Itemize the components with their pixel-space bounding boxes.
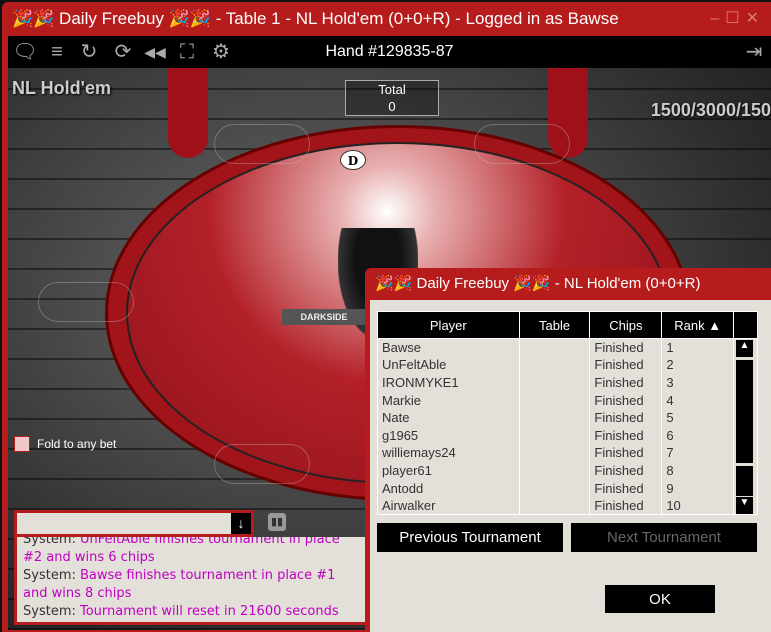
rewind-icon[interactable]: ◀◀ (142, 40, 168, 64)
chat-line: System: UnFeltAble finishes tournament i… (23, 537, 340, 565)
cell-rank: 4 (661, 391, 735, 409)
cell-chips: Finished (589, 356, 663, 374)
table-row[interactable]: Nate Finished 5 (377, 408, 758, 427)
pot-label: Total (378, 82, 406, 97)
cell-rank: 10 (661, 496, 735, 515)
fold-checkbox[interactable] (14, 436, 30, 452)
game-type: NL Hold'em (12, 78, 111, 98)
cell-chips: Finished (589, 461, 663, 480)
seat[interactable] (214, 124, 310, 164)
menu-icon[interactable]: ≡ (44, 40, 70, 64)
toolbar: 🗨 ≡ ↻ ⟳ ◀◀ ⛶ ⚙ Hand #129835-87 ⇥ (8, 36, 771, 68)
blood-decoration (168, 68, 208, 158)
col-rank[interactable]: Rank ▲ (661, 311, 735, 339)
col-table[interactable]: Table (518, 311, 591, 339)
cell-chips: Finished (589, 496, 663, 515)
cell-table (518, 479, 591, 497)
cell-table (518, 426, 591, 445)
cell-chips: Finished (589, 391, 663, 409)
pot-value: 0 (388, 99, 396, 114)
col-chips[interactable]: Chips (589, 311, 663, 339)
gear-icon[interactable]: ⚙ (208, 40, 234, 64)
table-row[interactable]: Bawse Finished 1 (377, 338, 758, 357)
table-row[interactable]: Markie Finished 4 (377, 391, 758, 409)
table-row[interactable]: williemays24 Finished 7 (377, 444, 758, 462)
cell-chips: Finished (589, 408, 663, 427)
cell-table (518, 391, 591, 409)
table-row[interactable]: g1965 Finished 6 (377, 426, 758, 445)
seat[interactable] (38, 282, 134, 322)
ok-button[interactable]: OK (605, 585, 715, 613)
cell-table (518, 408, 591, 427)
col-player[interactable]: Player (377, 311, 520, 339)
cell-table (518, 338, 591, 357)
cell-rank: 5 (661, 408, 735, 427)
cell-rank: 2 (661, 356, 735, 374)
cell-player: UnFeltAble (377, 356, 520, 374)
cell-chips: Finished (589, 338, 663, 357)
table-row[interactable]: Airwalker Finished 10 (377, 496, 758, 515)
chat-input[interactable]: ↓ (14, 510, 254, 537)
cell-table (518, 461, 591, 480)
window-controls[interactable]: –☐✕ (710, 2, 765, 36)
chat-icon[interactable]: 🗨 (12, 40, 38, 64)
scroll-thumb[interactable] (736, 360, 753, 463)
cell-table (518, 373, 591, 392)
fullscreen-icon[interactable]: ⛶ (174, 40, 200, 64)
chat-log[interactable]: System: UnFeltAble finishes tournament i… (14, 537, 371, 625)
rebuy-icon[interactable]: ⟳ (110, 40, 136, 64)
cell-rank: 1 (661, 338, 735, 357)
seat[interactable] (474, 124, 570, 164)
cell-player: Airwalker (377, 496, 520, 515)
dealer-button: D (340, 150, 366, 170)
table-logo: DARKSIDE (282, 309, 366, 325)
cell-rank: 6 (661, 426, 735, 445)
seat[interactable] (214, 444, 310, 484)
scroll-up-icon[interactable]: ▲ (736, 340, 753, 357)
exit-icon[interactable]: ⇥ (741, 40, 767, 64)
window-title: 🎉🎉 Daily Freebuy 🎉🎉 - Table 1 - NL Hold'… (12, 9, 619, 28)
next-tournament-button[interactable]: Next Tournament (571, 523, 757, 552)
table-row[interactable]: IRONMYKE1 Finished 3 (377, 373, 758, 392)
cell-table (518, 444, 591, 462)
cell-rank: 7 (661, 444, 735, 462)
table-row[interactable]: player61 Finished 8 (377, 461, 758, 480)
scroll-down-icon[interactable]: ▼ (736, 497, 753, 514)
cell-chips: Finished (589, 479, 663, 497)
standings-table: Player Table Chips Rank ▲ Bawse Finished 1… (377, 311, 758, 515)
table-row[interactable]: Antodd Finished 9 (377, 479, 758, 497)
cell-chips: Finished (589, 426, 663, 445)
arrow-down-icon[interactable]: ↓ (231, 513, 251, 534)
cell-player: Bawse (377, 338, 520, 357)
cell-player: Antodd (377, 479, 520, 497)
previous-tournament-button[interactable]: Previous Tournament (377, 523, 563, 552)
cell-player: williemays24 (377, 444, 520, 462)
scrollbar[interactable]: ▲ ▼ (734, 340, 754, 514)
fold-label: Fold to any bet (37, 437, 117, 451)
cell-table (518, 356, 591, 374)
chat-line: System: Tournament will reset in 21600 s… (23, 604, 339, 619)
tournament-dialog: 🎉🎉 Daily Freebuy 🎉🎉 - NL Hold'em (0+0+R)… (365, 268, 771, 632)
cell-rank: 3 (661, 373, 735, 392)
stats-icon[interactable]: ▮▮ (268, 513, 286, 531)
chat-line: System: Bawse finishes tournament in pla… (23, 568, 336, 601)
cell-table (518, 496, 591, 515)
pot-total: Total 0 (345, 80, 439, 116)
cell-player: Nate (377, 408, 520, 427)
cell-chips: Finished (589, 373, 663, 392)
refresh-icon[interactable]: ↻ (76, 40, 102, 64)
dialog-title: 🎉🎉 Daily Freebuy 🎉🎉 - NL Hold'em (0+0+R) (375, 275, 701, 292)
cell-player: Markie (377, 391, 520, 409)
cell-rank: 8 (661, 461, 735, 480)
cell-player: player61 (377, 461, 520, 480)
cell-player: IRONMYKE1 (377, 373, 520, 392)
table-row[interactable]: UnFeltAble Finished 2 (377, 356, 758, 374)
blinds: 1500/3000/150 (650, 100, 771, 120)
cell-chips: Finished (589, 444, 663, 462)
fold-to-any-bet[interactable]: Fold to any bet (14, 436, 116, 452)
cell-rank: 9 (661, 479, 735, 497)
cell-player: g1965 (377, 426, 520, 445)
